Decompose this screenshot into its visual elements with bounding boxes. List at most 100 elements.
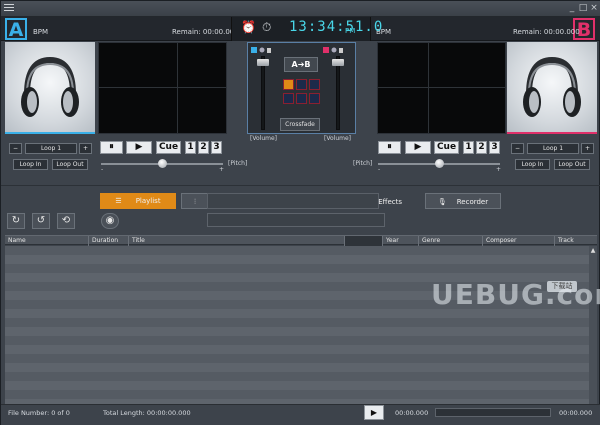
deck-a-volume-knob[interactable] (257, 59, 269, 66)
alarm-icon[interactable]: ⏰ (241, 20, 256, 34)
tab-effects[interactable]: Effects (207, 193, 402, 209)
load-cd-icon[interactable]: ◉ (101, 213, 119, 229)
deck-a-hotcue-1-button[interactable]: 1 (185, 141, 196, 154)
deck-a-pitch-minus: - (101, 166, 104, 173)
deck-b-pause-button[interactable]: ⏸ (378, 141, 401, 154)
deck-a-pitch-knob[interactable] (158, 159, 167, 168)
deck-b-cover (507, 42, 597, 134)
deck-a-loop-panel: − Loop 1 + Loop In Loop Out (5, 139, 95, 175)
clear-list-icon[interactable]: ⟲ (57, 213, 75, 229)
deck-b-level-icons (323, 47, 349, 53)
mixer-effects-grid (283, 79, 321, 111)
tab-effects-label: Effects (378, 198, 402, 206)
deck-a-volume-label: [Volume] (250, 135, 277, 142)
deck-a-hotcue-3-button[interactable]: 3 (211, 141, 222, 154)
deck-a-label: A (5, 18, 27, 40)
deck-a-pitch-label: [Pitch] (228, 160, 248, 167)
deck-b-loop-panel: − Loop 1 + Loop In Loop Out (507, 139, 597, 175)
stopwatch-icon[interactable]: ⏱ (262, 20, 271, 35)
deck-b-loop-plus-button[interactable]: + (581, 143, 594, 154)
divider (1, 185, 600, 186)
tab-equalizer[interactable]: ⫶ (181, 193, 209, 209)
deck-b-remain: Remain: 00:00.000 (513, 28, 580, 36)
deck-a-volume-slider[interactable] (257, 56, 269, 130)
playlist-search-input[interactable] (207, 213, 385, 227)
column-track[interactable]: Track (555, 236, 597, 246)
auto-crossfade-button[interactable]: A➔B (284, 57, 318, 72)
deck-b-volume-label: [Volume] (324, 135, 351, 142)
playlist-table-body[interactable] (5, 246, 589, 404)
file-number: File Number: 0 of 0 (8, 409, 70, 417)
mix-effect-5-button[interactable] (296, 93, 307, 104)
mix-effect-4-button[interactable] (283, 93, 294, 104)
preview-progress-bar[interactable] (435, 408, 551, 417)
microphone-icon: 🎙 (437, 198, 447, 206)
deck-b-hotcue-3-button[interactable]: 3 (489, 141, 500, 154)
add-files-icon[interactable]: ↻ (7, 213, 25, 229)
column-blank[interactable] (345, 236, 383, 246)
deck-a-level-icons (251, 47, 277, 53)
mix-effect-1-button[interactable] (283, 79, 294, 90)
app-window: _ □ × A BPM Remain: 00:00.000 B BPM Rema… (0, 0, 600, 425)
tab-playlist-label: Playlist (135, 197, 161, 205)
scroll-up-icon[interactable]: ▲ (589, 247, 597, 254)
deck-b-volume-knob[interactable] (332, 59, 344, 66)
headphones-icon (523, 56, 581, 117)
deck-a-play-button[interactable]: ▶ (126, 141, 152, 154)
title-bar (1, 1, 600, 17)
deck-b-pitch-knob[interactable] (435, 159, 444, 168)
deck-a-loop-minus-button[interactable]: − (9, 143, 22, 154)
column-composer[interactable]: Composer (483, 236, 555, 246)
mix-effect-2-button[interactable] (296, 79, 307, 90)
deck-a-loop-in-button[interactable]: Loop In (13, 159, 48, 170)
mix-effect-6-button[interactable] (309, 93, 320, 104)
tab-recorder[interactable]: 🎙 Recorder (425, 193, 501, 209)
column-duration[interactable]: Duration (89, 236, 129, 246)
deck-b-loop-field[interactable]: Loop 1 (527, 143, 579, 154)
equalizer-icon: ⫶ (194, 198, 196, 206)
preview-play-button[interactable]: ▶ (364, 405, 384, 420)
column-genre[interactable]: Genre (419, 236, 483, 246)
mix-effect-3-button[interactable] (309, 79, 320, 90)
minimize-button[interactable]: _ (567, 3, 577, 13)
deck-b-loop-minus-button[interactable]: − (511, 143, 524, 154)
playlist-table-header: Name Duration Title Year Genre Composer … (5, 235, 597, 246)
deck-b-cue-button[interactable]: Cue (434, 141, 459, 154)
deck-b-hotcue-2-button[interactable]: 2 (476, 141, 487, 154)
deck-b-play-button[interactable]: ▶ (405, 141, 431, 154)
headphones-icon (21, 56, 79, 117)
column-name[interactable]: Name (5, 236, 89, 246)
deck-a-waveform[interactable] (98, 42, 227, 134)
deck-b-volume-slider[interactable] (332, 56, 344, 130)
deck-a-loop-out-button[interactable]: Loop Out (52, 159, 88, 170)
deck-b-pitch-minus: - (378, 166, 381, 173)
deck-a-loop-field[interactable]: Loop 1 (25, 143, 77, 154)
crossfade-button[interactable]: Crossfade (280, 118, 320, 131)
menu-icon[interactable] (4, 4, 14, 13)
preview-time-elapsed: 00:00.000 (395, 409, 429, 417)
remove-files-icon[interactable]: ↺ (32, 213, 50, 229)
deck-b-pitch-plus: + (496, 166, 502, 173)
maximize-button[interactable]: □ (578, 3, 588, 13)
deck-b-pitch-label: [Pitch] (353, 160, 373, 167)
deck-a-loop-plus-button[interactable]: + (79, 143, 92, 154)
deck-a-pause-button[interactable]: ⏸ (100, 141, 123, 154)
watermark-badge: 下载站 (547, 281, 577, 292)
deck-a-hotcue-2-button[interactable]: 2 (198, 141, 209, 154)
preview-time-total: 00:00.000 (559, 409, 593, 417)
column-title[interactable]: Title (129, 236, 345, 246)
deck-b-waveform[interactable] (377, 42, 506, 134)
playlist-icon: ☰ (115, 197, 122, 205)
deck-b-hotcue-1-button[interactable]: 1 (463, 141, 474, 154)
deck-b-loop-out-button[interactable]: Loop Out (554, 159, 590, 170)
clock-display: 13:34:51.0 (289, 19, 384, 35)
deck-a-bpm: BPM (33, 28, 49, 36)
deck-a-cue-button[interactable]: Cue (156, 141, 181, 154)
deck-a-pitch-plus: + (219, 166, 225, 173)
deck-b-loop-in-button[interactable]: Loop In (515, 159, 550, 170)
column-year[interactable]: Year (383, 236, 419, 246)
deck-a-cover (5, 42, 95, 134)
playlist-scrollbar[interactable] (589, 246, 597, 404)
tab-playlist[interactable]: ☰ Playlist (100, 193, 176, 209)
close-button[interactable]: × (589, 3, 599, 13)
